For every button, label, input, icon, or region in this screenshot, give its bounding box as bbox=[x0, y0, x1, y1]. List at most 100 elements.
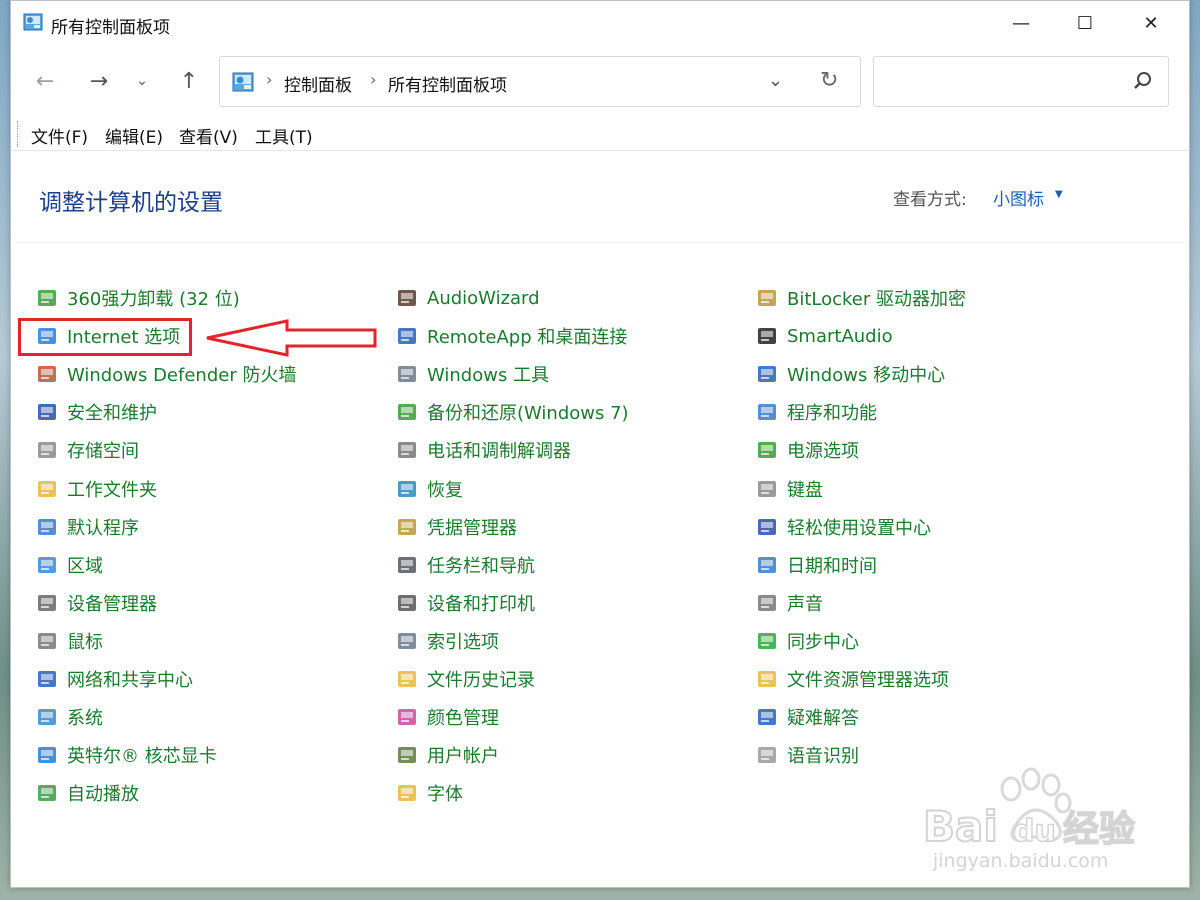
control-panel-item-label[interactable]: 工作文件夹 bbox=[67, 476, 157, 502]
control-panel-item[interactable]: 存储空间 bbox=[35, 435, 139, 465]
control-panel-item[interactable]: 设备管理器 bbox=[35, 588, 157, 618]
search-input[interactable] bbox=[873, 56, 1169, 107]
control-panel-item[interactable]: AudioWizard bbox=[395, 283, 540, 313]
back-button[interactable]: ← bbox=[27, 63, 63, 99]
control-panel-item[interactable]: 语音识别 bbox=[755, 740, 859, 770]
control-panel-item[interactable]: Windows 工具 bbox=[395, 359, 549, 389]
up-button[interactable]: ↑ bbox=[171, 63, 207, 99]
control-panel-item-label[interactable]: 网络和共享中心 bbox=[67, 666, 193, 692]
control-panel-item-label[interactable]: 电话和调制解调器 bbox=[427, 437, 571, 463]
control-panel-item[interactable]: 鼠标 bbox=[35, 626, 103, 656]
caret-down-icon[interactable]: ▼ bbox=[1055, 189, 1063, 200]
storage-icon bbox=[35, 438, 59, 462]
control-panel-item[interactable]: 文件历史记录 bbox=[395, 664, 535, 694]
control-panel-item[interactable]: 任务栏和导航 bbox=[395, 550, 535, 580]
control-panel-item[interactable]: 设备和打印机 bbox=[395, 588, 535, 618]
close-button[interactable]: ✕ bbox=[1119, 1, 1183, 45]
menu-edit[interactable]: 编辑(E) bbox=[105, 123, 163, 148]
control-panel-item-label[interactable]: 区域 bbox=[67, 552, 103, 578]
control-panel-item-label[interactable]: 自动播放 bbox=[67, 780, 139, 806]
control-panel-item-label[interactable]: 同步中心 bbox=[787, 628, 859, 654]
control-panel-item-label[interactable]: 用户帐户 bbox=[427, 742, 499, 768]
control-panel-item[interactable]: SmartAudio bbox=[755, 321, 893, 351]
control-panel-item[interactable]: BitLocker 驱动器加密 bbox=[755, 283, 966, 313]
control-panel-item-label[interactable]: 声音 bbox=[787, 590, 823, 616]
breadcrumb-control-panel[interactable]: 控制面板 bbox=[284, 71, 352, 96]
control-panel-item[interactable]: 轻松使用设置中心 bbox=[755, 512, 931, 542]
minimize-button[interactable]: — bbox=[989, 1, 1053, 45]
menu-tools[interactable]: 工具(T) bbox=[255, 123, 313, 148]
control-panel-item[interactable]: 日期和时间 bbox=[755, 550, 877, 580]
control-panel-item-label[interactable]: 轻松使用设置中心 bbox=[787, 514, 931, 540]
menu-file[interactable]: 文件(F) bbox=[31, 123, 88, 148]
control-panel-item[interactable]: Windows 移动中心 bbox=[755, 359, 945, 389]
maximize-button[interactable]: ☐ bbox=[1053, 1, 1117, 45]
control-panel-item[interactable]: 电源选项 bbox=[755, 435, 859, 465]
control-panel-item[interactable]: 疑难解答 bbox=[755, 702, 859, 732]
control-panel-item-label[interactable]: BitLocker 驱动器加密 bbox=[787, 285, 966, 311]
control-panel-item-label[interactable]: SmartAudio bbox=[787, 326, 893, 347]
control-panel-item[interactable]: 备份和还原(Windows 7) bbox=[395, 397, 629, 427]
recent-locations-button[interactable]: ⌄ bbox=[127, 63, 157, 99]
control-panel-item[interactable]: 凭据管理器 bbox=[395, 512, 517, 542]
control-panel-item[interactable]: 同步中心 bbox=[755, 626, 859, 656]
control-panel-item-label[interactable]: Windows Defender 防火墙 bbox=[67, 361, 296, 387]
control-panel-item-label[interactable]: 语音识别 bbox=[787, 742, 859, 768]
control-panel-item-label[interactable]: 电源选项 bbox=[787, 437, 859, 463]
control-panel-item-label[interactable]: 系统 bbox=[67, 704, 103, 730]
menu-view[interactable]: 查看(V) bbox=[179, 123, 238, 148]
control-panel-item-label[interactable]: AudioWizard bbox=[427, 288, 540, 309]
refresh-icon[interactable]: ↻ bbox=[820, 68, 838, 93]
control-panel-item-label[interactable]: 文件历史记录 bbox=[427, 666, 535, 692]
control-panel-item[interactable]: 自动播放 bbox=[35, 778, 139, 808]
control-panel-item-label[interactable]: Windows 移动中心 bbox=[787, 361, 945, 387]
control-panel-item-label[interactable]: 360强力卸载 (32 位) bbox=[67, 285, 240, 311]
breadcrumb-all-items[interactable]: 所有控制面板项 bbox=[388, 71, 507, 96]
control-panel-item[interactable]: 默认程序 bbox=[35, 512, 139, 542]
control-panel-item[interactable]: 索引选项 bbox=[395, 626, 499, 656]
control-panel-item-label[interactable]: 英特尔® 核芯显卡 bbox=[67, 742, 217, 768]
control-panel-item-label[interactable]: 日期和时间 bbox=[787, 552, 877, 578]
control-panel-item-label[interactable]: Windows 工具 bbox=[427, 361, 549, 387]
control-panel-item[interactable]: 恢复 bbox=[395, 474, 463, 504]
control-panel-item-label[interactable]: 任务栏和导航 bbox=[427, 552, 535, 578]
control-panel-item[interactable]: 安全和维护 bbox=[35, 397, 157, 427]
address-history-dropdown[interactable]: ⌄ bbox=[768, 70, 783, 91]
control-panel-item-label[interactable]: 程序和功能 bbox=[787, 399, 877, 425]
control-panel-item-label[interactable]: 文件资源管理器选项 bbox=[787, 666, 949, 692]
control-panel-item-label[interactable]: 安全和维护 bbox=[67, 399, 157, 425]
control-panel-item-label[interactable]: 凭据管理器 bbox=[427, 514, 517, 540]
control-panel-item-label[interactable]: 备份和还原(Windows 7) bbox=[427, 399, 629, 425]
control-panel-item[interactable]: 工作文件夹 bbox=[35, 474, 157, 504]
control-panel-item[interactable]: 字体 bbox=[395, 778, 463, 808]
control-panel-item-label[interactable]: 颜色管理 bbox=[427, 704, 499, 730]
control-panel-item[interactable]: 区域 bbox=[35, 550, 103, 580]
control-panel-item[interactable]: 英特尔® 核芯显卡 bbox=[35, 740, 217, 770]
control-panel-item-label[interactable]: 设备管理器 bbox=[67, 590, 157, 616]
control-panel-item-label[interactable]: 字体 bbox=[427, 780, 463, 806]
control-panel-item-label[interactable]: 鼠标 bbox=[67, 628, 103, 654]
control-panel-item[interactable]: RemoteApp 和桌面连接 bbox=[395, 321, 627, 351]
address-bar[interactable]: › 控制面板 › 所有控制面板项 ⌄ ↻ bbox=[219, 56, 861, 107]
control-panel-item-label[interactable]: 恢复 bbox=[427, 476, 463, 502]
control-panel-item-label[interactable]: 键盘 bbox=[787, 476, 823, 502]
control-panel-item-label[interactable]: 设备和打印机 bbox=[427, 590, 535, 616]
control-panel-item-label[interactable]: 存储空间 bbox=[67, 437, 139, 463]
control-panel-item-label[interactable]: 疑难解答 bbox=[787, 704, 859, 730]
control-panel-item-label[interactable]: RemoteApp 和桌面连接 bbox=[427, 323, 627, 349]
control-panel-item[interactable]: 文件资源管理器选项 bbox=[755, 664, 949, 694]
control-panel-item[interactable]: 声音 bbox=[755, 588, 823, 618]
forward-button[interactable]: → bbox=[81, 63, 117, 99]
control-panel-item[interactable]: 360强力卸载 (32 位) bbox=[35, 283, 240, 313]
control-panel-item-label[interactable]: 索引选项 bbox=[427, 628, 499, 654]
control-panel-item[interactable]: 用户帐户 bbox=[395, 740, 499, 770]
control-panel-item[interactable]: 程序和功能 bbox=[755, 397, 877, 427]
control-panel-item[interactable]: 网络和共享中心 bbox=[35, 664, 193, 694]
control-panel-item[interactable]: 颜色管理 bbox=[395, 702, 499, 732]
control-panel-item[interactable]: 键盘 bbox=[755, 474, 823, 504]
control-panel-item-label[interactable]: 默认程序 bbox=[67, 514, 139, 540]
view-by-dropdown[interactable]: 小图标 bbox=[993, 185, 1044, 210]
control-panel-item[interactable]: Windows Defender 防火墙 bbox=[35, 359, 296, 389]
control-panel-item[interactable]: 系统 bbox=[35, 702, 103, 732]
control-panel-item[interactable]: 电话和调制解调器 bbox=[395, 435, 571, 465]
